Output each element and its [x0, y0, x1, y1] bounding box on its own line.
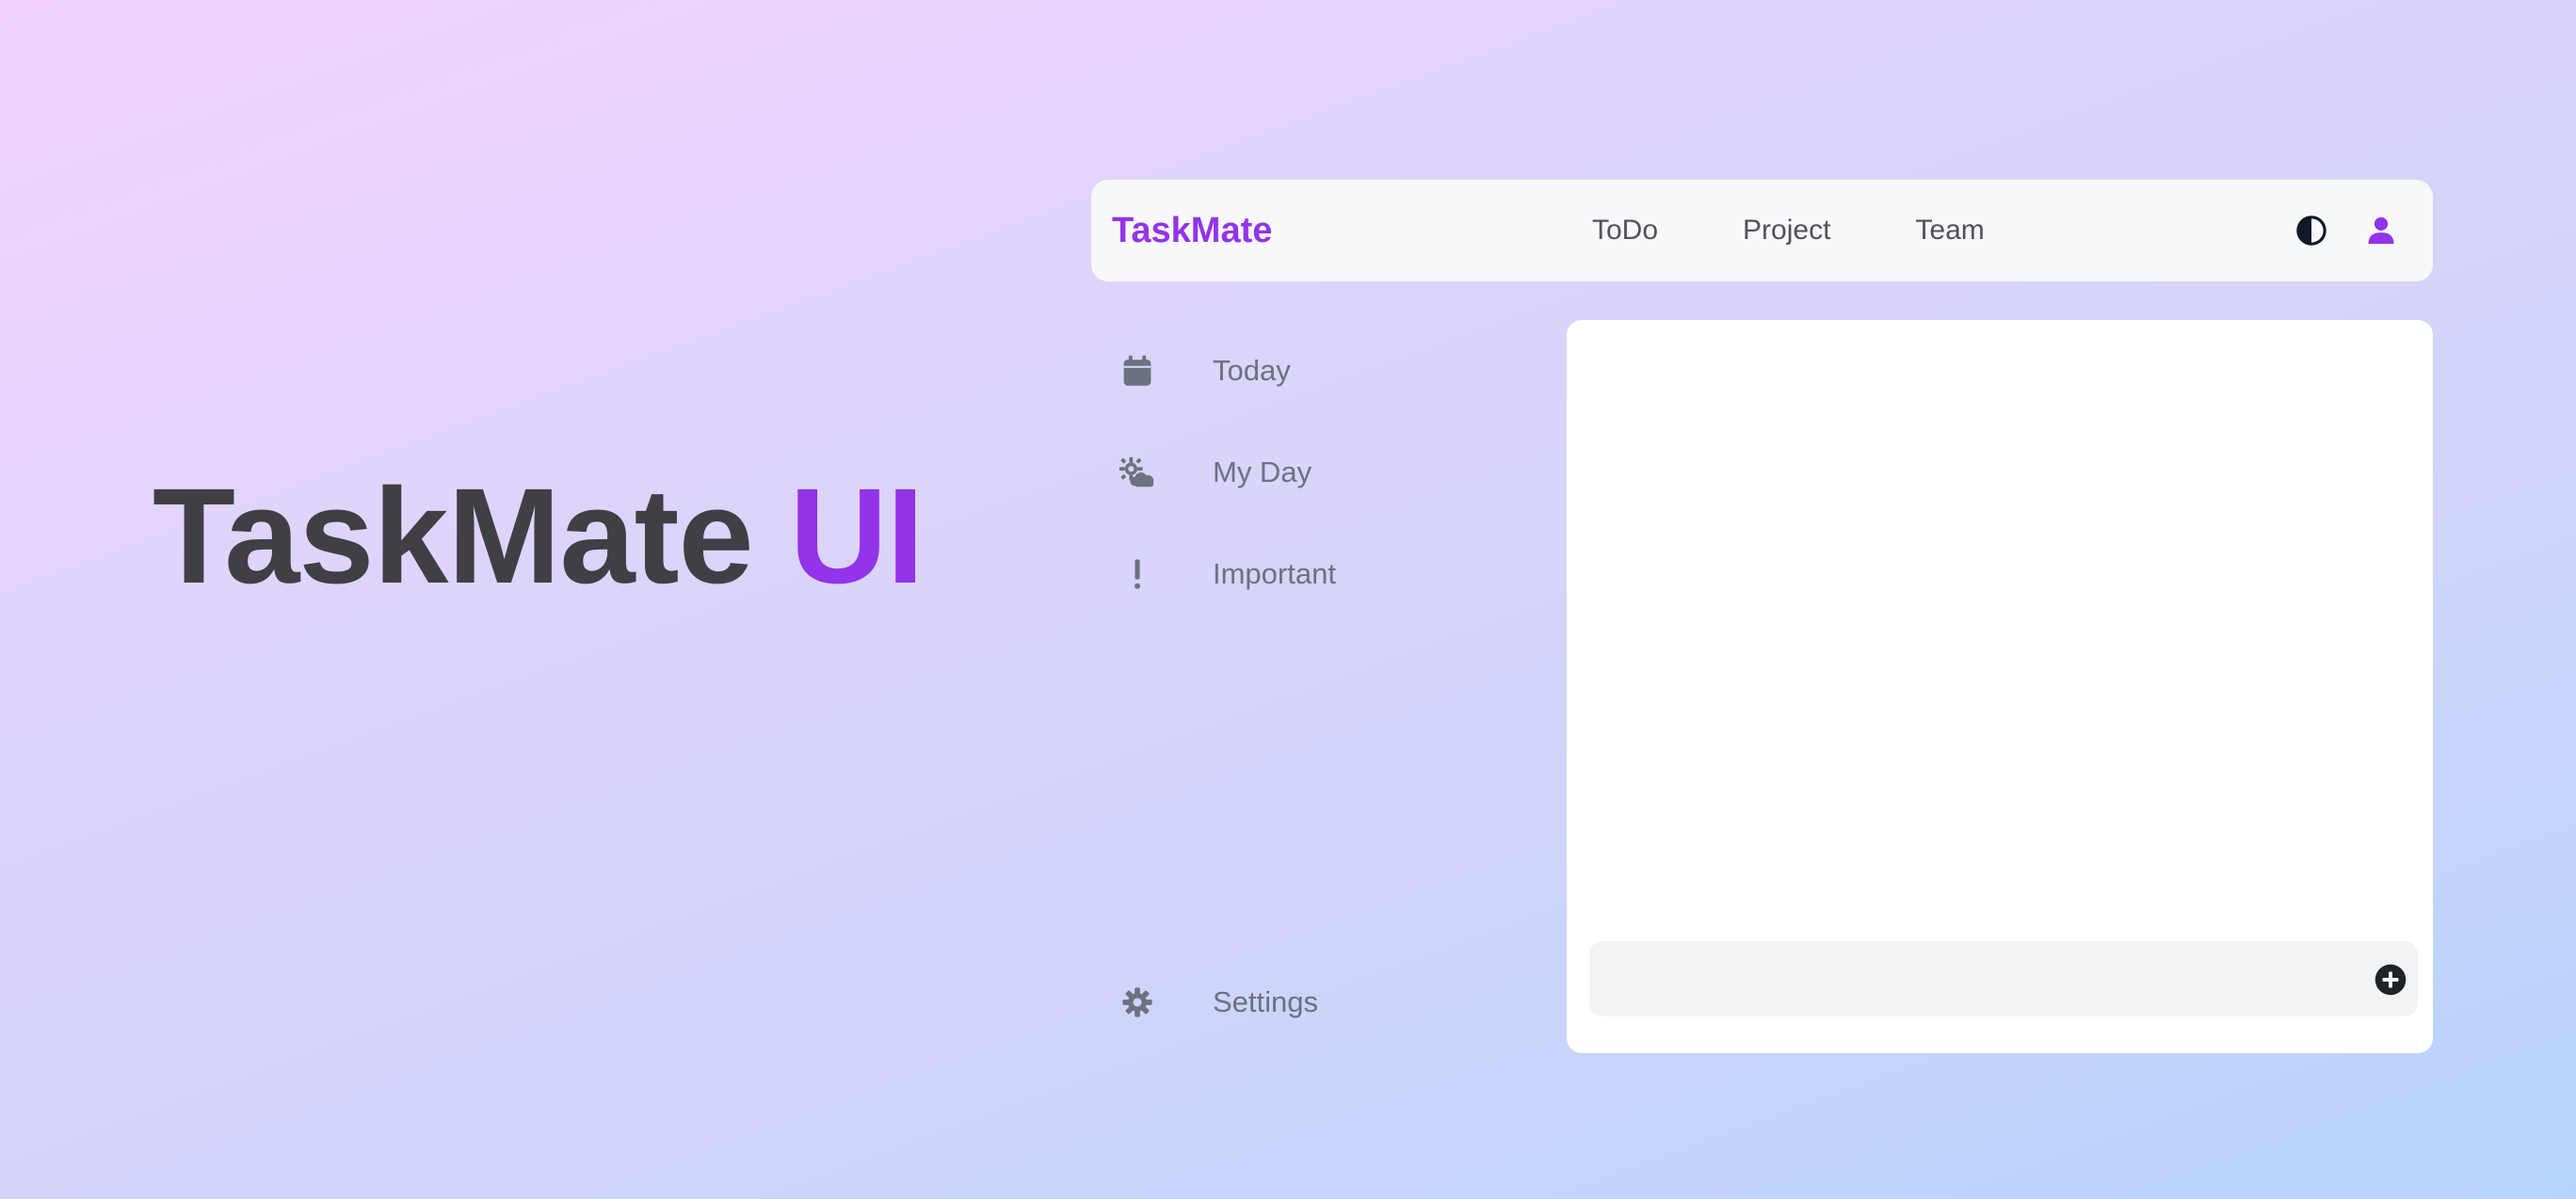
plus-circle-icon[interactable]: [2375, 964, 2407, 996]
sidebar-item-today[interactable]: Today: [1119, 343, 1291, 399]
task-input-bar: [1589, 941, 2418, 1016]
nav-link-team[interactable]: Team: [1915, 215, 1984, 247]
sun-cloud-icon: [1119, 454, 1156, 491]
sidebar-item-settings[interactable]: Settings: [1119, 974, 1318, 1031]
sidebar-item-label: My Day: [1213, 456, 1312, 488]
sidebar-item-label: Important: [1213, 557, 1336, 590]
task-panel: [1567, 320, 2433, 1053]
nav-link-project[interactable]: Project: [1743, 215, 1830, 247]
sidebar-item-important[interactable]: Important: [1119, 546, 1336, 602]
nav-link-todo[interactable]: ToDo: [1592, 215, 1658, 247]
theme-toggle-icon[interactable]: [2295, 215, 2327, 247]
nav-icons: [2295, 180, 2397, 281]
nav-links: ToDo Project Team: [1592, 180, 2069, 281]
exclamation-icon: [1119, 555, 1156, 593]
brand-logo[interactable]: TaskMate: [1112, 180, 1272, 281]
gear-icon: [1119, 983, 1156, 1021]
sidebar-item-my-day[interactable]: My Day: [1119, 444, 1312, 501]
task-input[interactable]: [1589, 941, 2343, 1016]
user-icon[interactable]: [2365, 215, 2397, 247]
hero-title-accent: UI: [789, 460, 925, 612]
hero-title-main: TaskMate: [153, 460, 754, 612]
sidebar-item-label: Today: [1213, 354, 1291, 387]
top-navbar: TaskMate ToDo Project Team: [1091, 180, 2433, 281]
hero-title: TaskMate UI: [153, 469, 925, 604]
sidebar-item-label: Settings: [1213, 985, 1319, 1018]
calendar-icon: [1119, 352, 1156, 390]
